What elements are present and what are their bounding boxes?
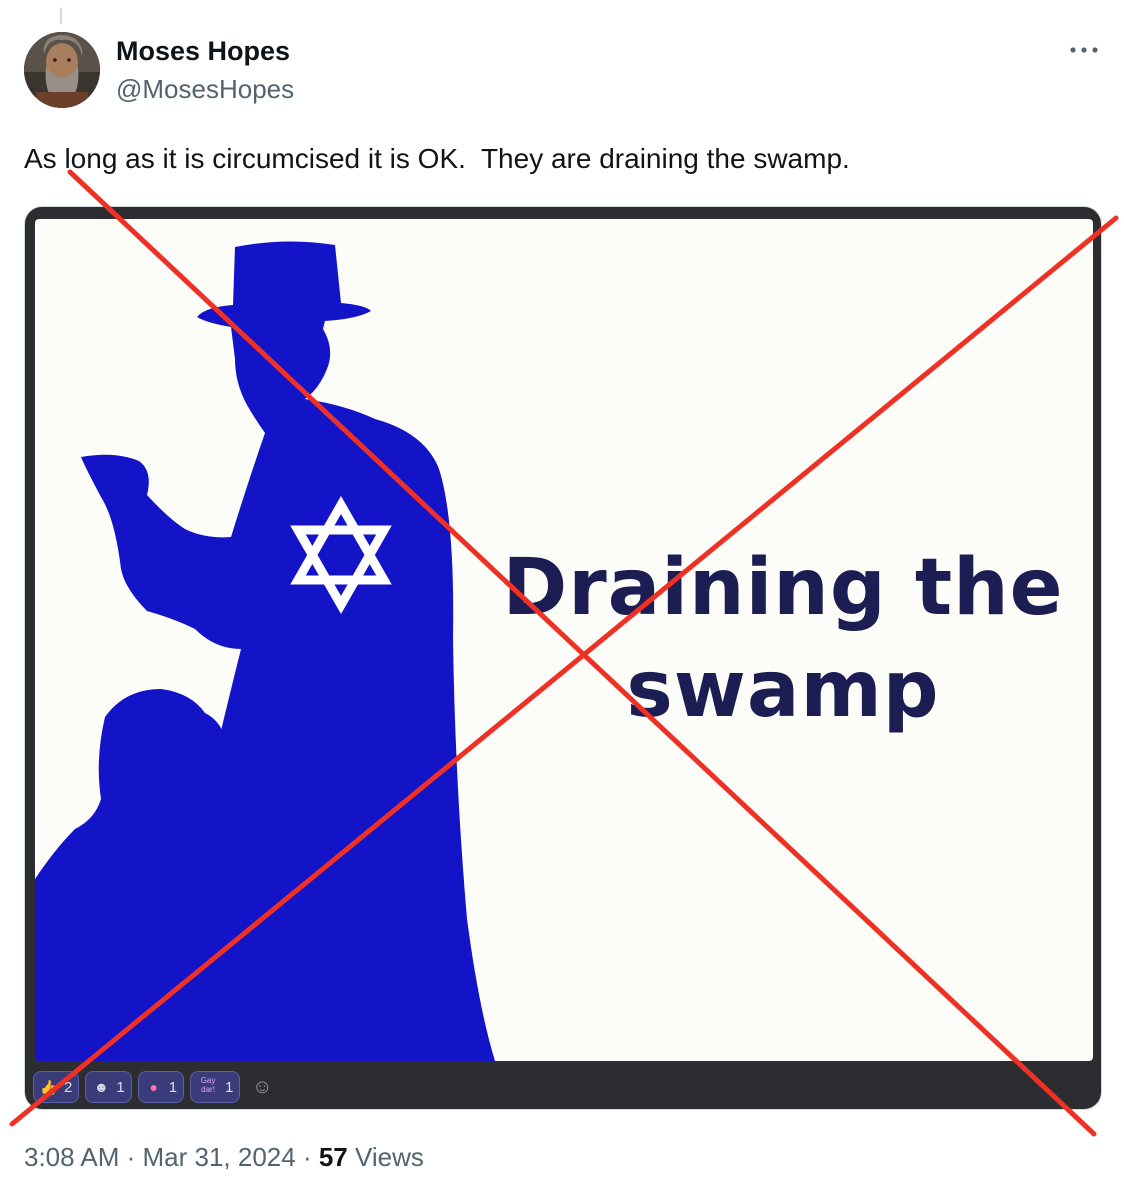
pig-icon: ●: [149, 1079, 158, 1095]
tweet-date: Mar 31, 2024: [142, 1142, 296, 1172]
add-reaction-icon: ☺: [252, 1075, 273, 1098]
media-caption-line1: Draining the: [502, 543, 1064, 633]
reaction-count: 1: [225, 1078, 234, 1096]
more-options-button[interactable]: [1066, 36, 1102, 64]
tweet-time-link[interactable]: 3:08 AM · Mar 31, 2024: [24, 1142, 296, 1172]
thread-connector-line: [60, 8, 62, 24]
media-image: Draining the swamp: [35, 219, 1093, 1061]
face-icon: ☻: [93, 1079, 109, 1095]
gay-dar-sticker-icon: Gay dar!: [200, 1076, 216, 1094]
avatar-portrait-icon: [24, 32, 100, 108]
reaction-count: 2: [64, 1078, 73, 1096]
reaction-face[interactable]: ☻ 1: [85, 1071, 132, 1103]
views-label: Views: [355, 1142, 424, 1172]
tweet-media[interactable]: Draining the swamp 👍 2 ☻ 1 ● 1 Gay dar! …: [24, 206, 1102, 1110]
tweet-page: Moses Hopes @MosesHopes As long as it is…: [0, 0, 1124, 1200]
tweet-time: 3:08 AM: [24, 1142, 120, 1172]
media-caption: Draining the swamp: [483, 537, 1083, 741]
reaction-pig[interactable]: ● 1: [137, 1071, 185, 1103]
author-name[interactable]: Moses Hopes: [116, 36, 290, 67]
media-caption-line2: swamp: [626, 645, 940, 735]
reaction-bar: 👍 2 ☻ 1 ● 1 Gay dar! 1 ☺: [33, 1069, 278, 1105]
reaction-count: 1: [168, 1078, 178, 1096]
views-count: 57: [318, 1142, 348, 1172]
add-reaction-button[interactable]: ☺: [246, 1071, 278, 1103]
meta-separator: ·: [119, 1142, 143, 1172]
tweet-text: As long as it is circumcised it is OK. T…: [24, 143, 850, 174]
reaction-count: 1: [116, 1078, 125, 1096]
author-handle[interactable]: @MosesHopes: [116, 74, 294, 105]
thumbs-up-icon: 👍: [40, 1079, 58, 1095]
tweet-header: Moses Hopes @MosesHopes: [24, 32, 1104, 112]
meta-separator: ·: [295, 1142, 319, 1172]
more-dots-icon: [1070, 47, 1098, 53]
reaction-gay-dar[interactable]: Gay dar! 1: [190, 1071, 241, 1103]
tweet-meta: 3:08 AM · Mar 31, 2024 · 57 Views: [24, 1142, 424, 1173]
reaction-thumbs-up[interactable]: 👍 2: [33, 1071, 80, 1103]
author-avatar[interactable]: [24, 32, 100, 108]
